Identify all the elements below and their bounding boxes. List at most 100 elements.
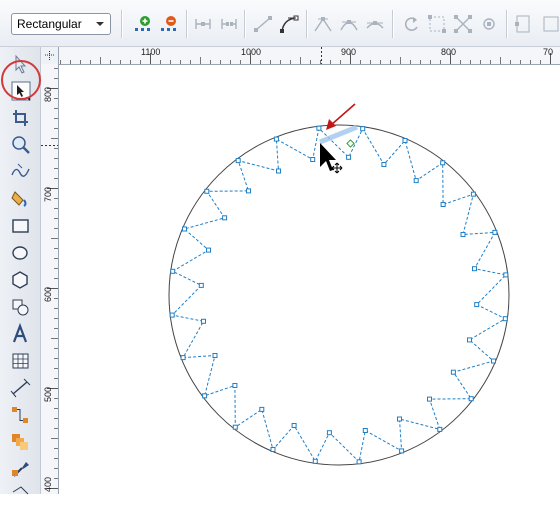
path-node[interactable]	[399, 448, 405, 454]
path-node[interactable]	[460, 232, 466, 237]
path-node[interactable]	[356, 459, 362, 465]
basic-shapes-tool-icon[interactable]	[9, 296, 33, 318]
polygon-tool-icon[interactable]	[9, 269, 33, 291]
path-node[interactable]	[169, 312, 175, 318]
extend-curve-icon[interactable]	[426, 13, 448, 35]
blend-tool-icon[interactable]	[9, 431, 33, 453]
path-node[interactable]	[437, 426, 443, 432]
extract-subpath-icon[interactable]	[452, 13, 474, 35]
path-node[interactable]	[310, 157, 316, 162]
path-node[interactable]	[450, 369, 456, 375]
ruler-label-600v: 600	[43, 286, 53, 302]
rectangle-tool-icon[interactable]	[9, 215, 33, 237]
more-options-icon[interactable]	[538, 13, 560, 35]
path-node[interactable]	[232, 424, 238, 430]
path-node[interactable]	[201, 318, 206, 324]
path-node[interactable]	[440, 202, 446, 207]
table-tool-icon[interactable]	[9, 350, 33, 372]
path-node[interactable]	[270, 447, 276, 452]
join-nodes-icon[interactable]	[192, 13, 214, 35]
add-node-icon[interactable]	[132, 13, 154, 35]
path-node[interactable]	[222, 215, 228, 221]
path-node[interactable]	[259, 406, 265, 412]
path-node[interactable]	[212, 353, 218, 358]
horizontal-ruler: 1100 1000 900 800 70	[41, 47, 560, 65]
circle-shape[interactable]	[168, 124, 510, 466]
to-curve-icon[interactable]	[278, 13, 300, 35]
ellipse-tool-icon[interactable]	[9, 242, 33, 264]
crop-tool-icon[interactable]	[9, 107, 33, 129]
path-node[interactable]	[402, 138, 408, 143]
path-node[interactable]	[413, 178, 419, 184]
cusp-node-icon[interactable]	[312, 13, 334, 35]
path-node[interactable]	[202, 393, 208, 399]
dashed-control-path	[171, 127, 507, 463]
dimension-tool-icon[interactable]	[9, 377, 33, 399]
freehand-tool-icon[interactable]	[9, 161, 33, 183]
ruler-label-1100: 1100	[141, 47, 161, 57]
path-node[interactable]	[206, 247, 211, 253]
path-node[interactable]	[381, 162, 387, 167]
path-node[interactable]	[246, 188, 251, 194]
ruler-label-800v: 800	[43, 86, 53, 102]
path-node[interactable]	[472, 266, 477, 272]
path-node[interactable]	[427, 396, 432, 402]
vertical-ruler: 800 700 600 500 400	[41, 64, 59, 494]
path-node[interactable]	[362, 428, 368, 433]
ruler-origin-icon[interactable]	[41, 47, 59, 65]
to-line-icon[interactable]	[252, 13, 274, 35]
connector-tool-icon[interactable]	[9, 404, 33, 426]
drawing-canvas[interactable]	[59, 65, 560, 494]
ruler-label-900: 900	[341, 47, 357, 57]
path-node[interactable]	[170, 268, 176, 274]
path-node[interactable]	[273, 136, 279, 142]
break-curve-icon[interactable]	[218, 13, 240, 35]
elastic-mode-icon[interactable]	[512, 13, 534, 35]
ruler-label-800: 800	[441, 47, 457, 57]
stretch-nodes-icon[interactable]	[478, 13, 500, 35]
eyedropper-tool-icon[interactable]	[9, 458, 33, 480]
delete-node-icon[interactable]	[158, 13, 180, 35]
mode-select[interactable]: Rectangular	[11, 13, 111, 35]
path-node[interactable]	[397, 416, 402, 422]
node-group[interactable]	[169, 125, 509, 465]
path-node[interactable]	[235, 158, 241, 164]
path-node[interactable]	[291, 423, 297, 428]
path-node[interactable]	[276, 168, 281, 174]
path-node[interactable]	[346, 154, 352, 160]
smart-fill-tool-icon[interactable]	[9, 188, 33, 210]
path-node[interactable]	[467, 337, 472, 343]
chevron-down-icon	[96, 22, 104, 26]
path-node[interactable]	[316, 125, 322, 131]
green-node-icon[interactable]	[346, 139, 355, 148]
text-tool-icon[interactable]	[9, 322, 33, 345]
path-node[interactable]	[180, 355, 186, 361]
path-node[interactable]	[198, 282, 204, 288]
path-node[interactable]	[440, 160, 446, 166]
move-cursor-icon	[331, 162, 343, 174]
zoom-tool-icon[interactable]	[9, 134, 33, 156]
red-pointer-arrow-icon	[330, 103, 356, 126]
path-node[interactable]	[503, 272, 509, 278]
path-node[interactable]	[470, 191, 476, 197]
red-arrowhead-icon	[326, 119, 336, 130]
mode-select-value: Rectangular	[17, 17, 82, 31]
path-node[interactable]	[502, 316, 508, 322]
path-node[interactable]	[491, 358, 496, 364]
path-node[interactable]	[360, 126, 366, 132]
path-node[interactable]	[326, 430, 332, 436]
smooth-node-icon[interactable]	[338, 13, 360, 35]
symmetrical-node-icon[interactable]	[364, 13, 386, 35]
shape-tool-highlight	[1, 60, 41, 100]
path-node[interactable]	[232, 383, 238, 388]
path-node[interactable]	[312, 458, 318, 464]
path-node[interactable]	[468, 396, 474, 402]
ruler-label-500v: 500	[43, 386, 53, 402]
reverse-direction-icon[interactable]	[400, 13, 422, 35]
path-node[interactable]	[204, 188, 210, 194]
toolbox	[0, 47, 41, 495]
path-node[interactable]	[492, 229, 498, 235]
fill-tool-icon[interactable]	[9, 484, 33, 506]
path-node[interactable]	[474, 302, 480, 308]
path-node[interactable]	[182, 226, 187, 232]
